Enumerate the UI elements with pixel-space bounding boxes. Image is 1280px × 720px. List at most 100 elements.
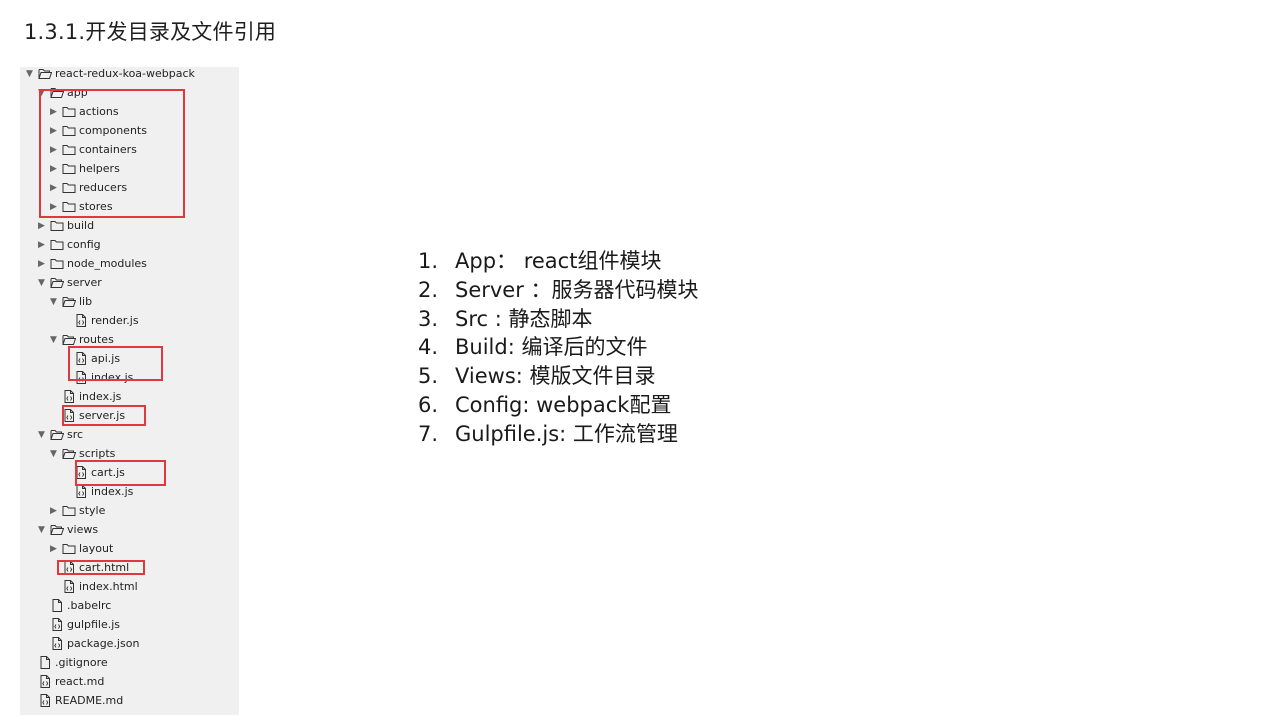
folder-open-icon: [38, 64, 54, 83]
tree-folder[interactable]: ▶ node_modules: [38, 254, 147, 273]
tree-item-label: .babelrc: [67, 599, 112, 612]
tree-item-label: lib: [79, 295, 93, 308]
expand-arrow-icon[interactable]: ▼: [38, 273, 50, 292]
list-text: Src : 静态脚本: [455, 306, 593, 331]
file-icon: [50, 596, 66, 615]
tree-file[interactable]: .babelrc: [38, 596, 111, 615]
tree-item-label: react-redux-koa-webpack: [55, 67, 195, 80]
tree-item-label: README.md: [55, 694, 124, 707]
code-file-icon: [62, 577, 78, 596]
description-list: 1. App： react组件模块 2. Server ：服务器代码模块 3. Src :…: [418, 247, 699, 449]
code-file-icon: [62, 387, 78, 406]
tree-file[interactable]: react.md: [26, 672, 104, 691]
tree-item-label: index.js: [91, 485, 134, 498]
file-icon: [38, 653, 54, 672]
list-number: 6.: [418, 392, 439, 417]
tree-item-label: scripts: [79, 447, 116, 460]
tree-item-label: layout: [79, 542, 114, 555]
tree-file[interactable]: README.md: [26, 691, 123, 710]
list-item: 3. Src : 静态脚本: [418, 305, 699, 334]
tree-item-label: style: [79, 504, 106, 517]
list-text: App： react组件模块: [455, 249, 662, 273]
list-number: 2.: [418, 277, 439, 302]
expand-arrow-icon[interactable]: ▼: [50, 444, 62, 463]
expand-arrow-icon[interactable]: ▼: [26, 64, 38, 83]
list-number: 7.: [418, 421, 439, 446]
tree-item-label: .gitignore: [55, 656, 108, 669]
code-file-icon: [50, 634, 66, 653]
expand-arrow-icon[interactable]: ▼: [38, 425, 50, 444]
expand-arrow-icon[interactable]: ▼: [50, 292, 62, 311]
list-item: 2. Server ：服务器代码模块: [418, 276, 699, 305]
tree-item-label: node_modules: [67, 257, 147, 270]
collapse-arrow-icon[interactable]: ▶: [38, 254, 50, 273]
expand-arrow-icon[interactable]: ▼: [50, 330, 62, 349]
list-item: 1. App： react组件模块: [418, 247, 699, 276]
folder-open-icon: [50, 273, 66, 292]
highlight-box: [75, 460, 166, 486]
tree-file[interactable]: .gitignore: [26, 653, 108, 672]
highlight-box: [68, 346, 163, 381]
tree-folder[interactable]: ▼ lib: [50, 292, 92, 311]
list-item: 4. Build: 编译后的文件: [418, 333, 699, 362]
tree-folder[interactable]: ▼ src: [38, 425, 83, 444]
tree-item-label: index.html: [79, 580, 138, 593]
list-number: 1.: [418, 249, 439, 273]
code-file-icon: [50, 615, 66, 634]
tree-file[interactable]: gulpfile.js: [38, 615, 120, 634]
tree-file[interactable]: render.js: [62, 311, 139, 330]
highlight-box: [62, 405, 146, 426]
tree-folder[interactable]: ▶ style: [50, 501, 105, 520]
tree-folder[interactable]: ▼ server: [38, 273, 102, 292]
collapse-arrow-icon[interactable]: ▶: [38, 216, 50, 235]
collapse-arrow-icon[interactable]: ▶: [50, 539, 62, 558]
tree-file[interactable]: package.json: [38, 634, 139, 653]
list-item: 6. Config: webpack配置: [418, 391, 699, 420]
tree-item-label: views: [67, 523, 99, 536]
code-file-icon: [38, 691, 54, 710]
list-item: 7. Gulpfile.js: 工作流管理: [418, 420, 699, 449]
code-file-icon: [74, 311, 90, 330]
code-file-icon: [38, 672, 54, 691]
folder-open-icon: [50, 520, 66, 539]
list-text: Config: webpack配置: [455, 392, 672, 417]
tree-folder[interactable]: ▶ layout: [50, 539, 113, 558]
tree-folder[interactable]: ▶ build: [38, 216, 94, 235]
highlight-box: [57, 560, 145, 575]
folder-icon: [62, 539, 78, 558]
expand-arrow-icon[interactable]: ▼: [38, 520, 50, 539]
folder-icon: [50, 235, 66, 254]
list-number: 4.: [418, 335, 439, 360]
tree-item-label: src: [67, 428, 84, 441]
folder-icon: [62, 501, 78, 520]
tree-item-label: gulpfile.js: [67, 618, 121, 631]
tree-folder[interactable]: ▼ views: [38, 520, 98, 539]
tree-folder[interactable]: ▼ react-redux-koa-webpack: [26, 64, 195, 83]
list-number: 3.: [418, 306, 439, 331]
tree-folder[interactable]: ▶ config: [38, 235, 101, 254]
folder-open-icon: [50, 425, 66, 444]
list-item: 5. Views: 模版文件目录: [418, 362, 699, 391]
tree-item-label: config: [67, 238, 101, 251]
collapse-arrow-icon[interactable]: ▶: [50, 501, 62, 520]
tree-item-label: index.js: [79, 390, 122, 403]
tree-item-label: routes: [79, 333, 114, 346]
tree-file[interactable]: index.html: [50, 577, 138, 596]
tree-file[interactable]: index.js: [50, 387, 121, 406]
collapse-arrow-icon[interactable]: ▶: [38, 235, 50, 254]
list-text: Server ：服务器代码模块: [455, 277, 699, 302]
page-title: 1.3.1.开发目录及文件引用: [24, 20, 277, 44]
folder-icon: [50, 216, 66, 235]
